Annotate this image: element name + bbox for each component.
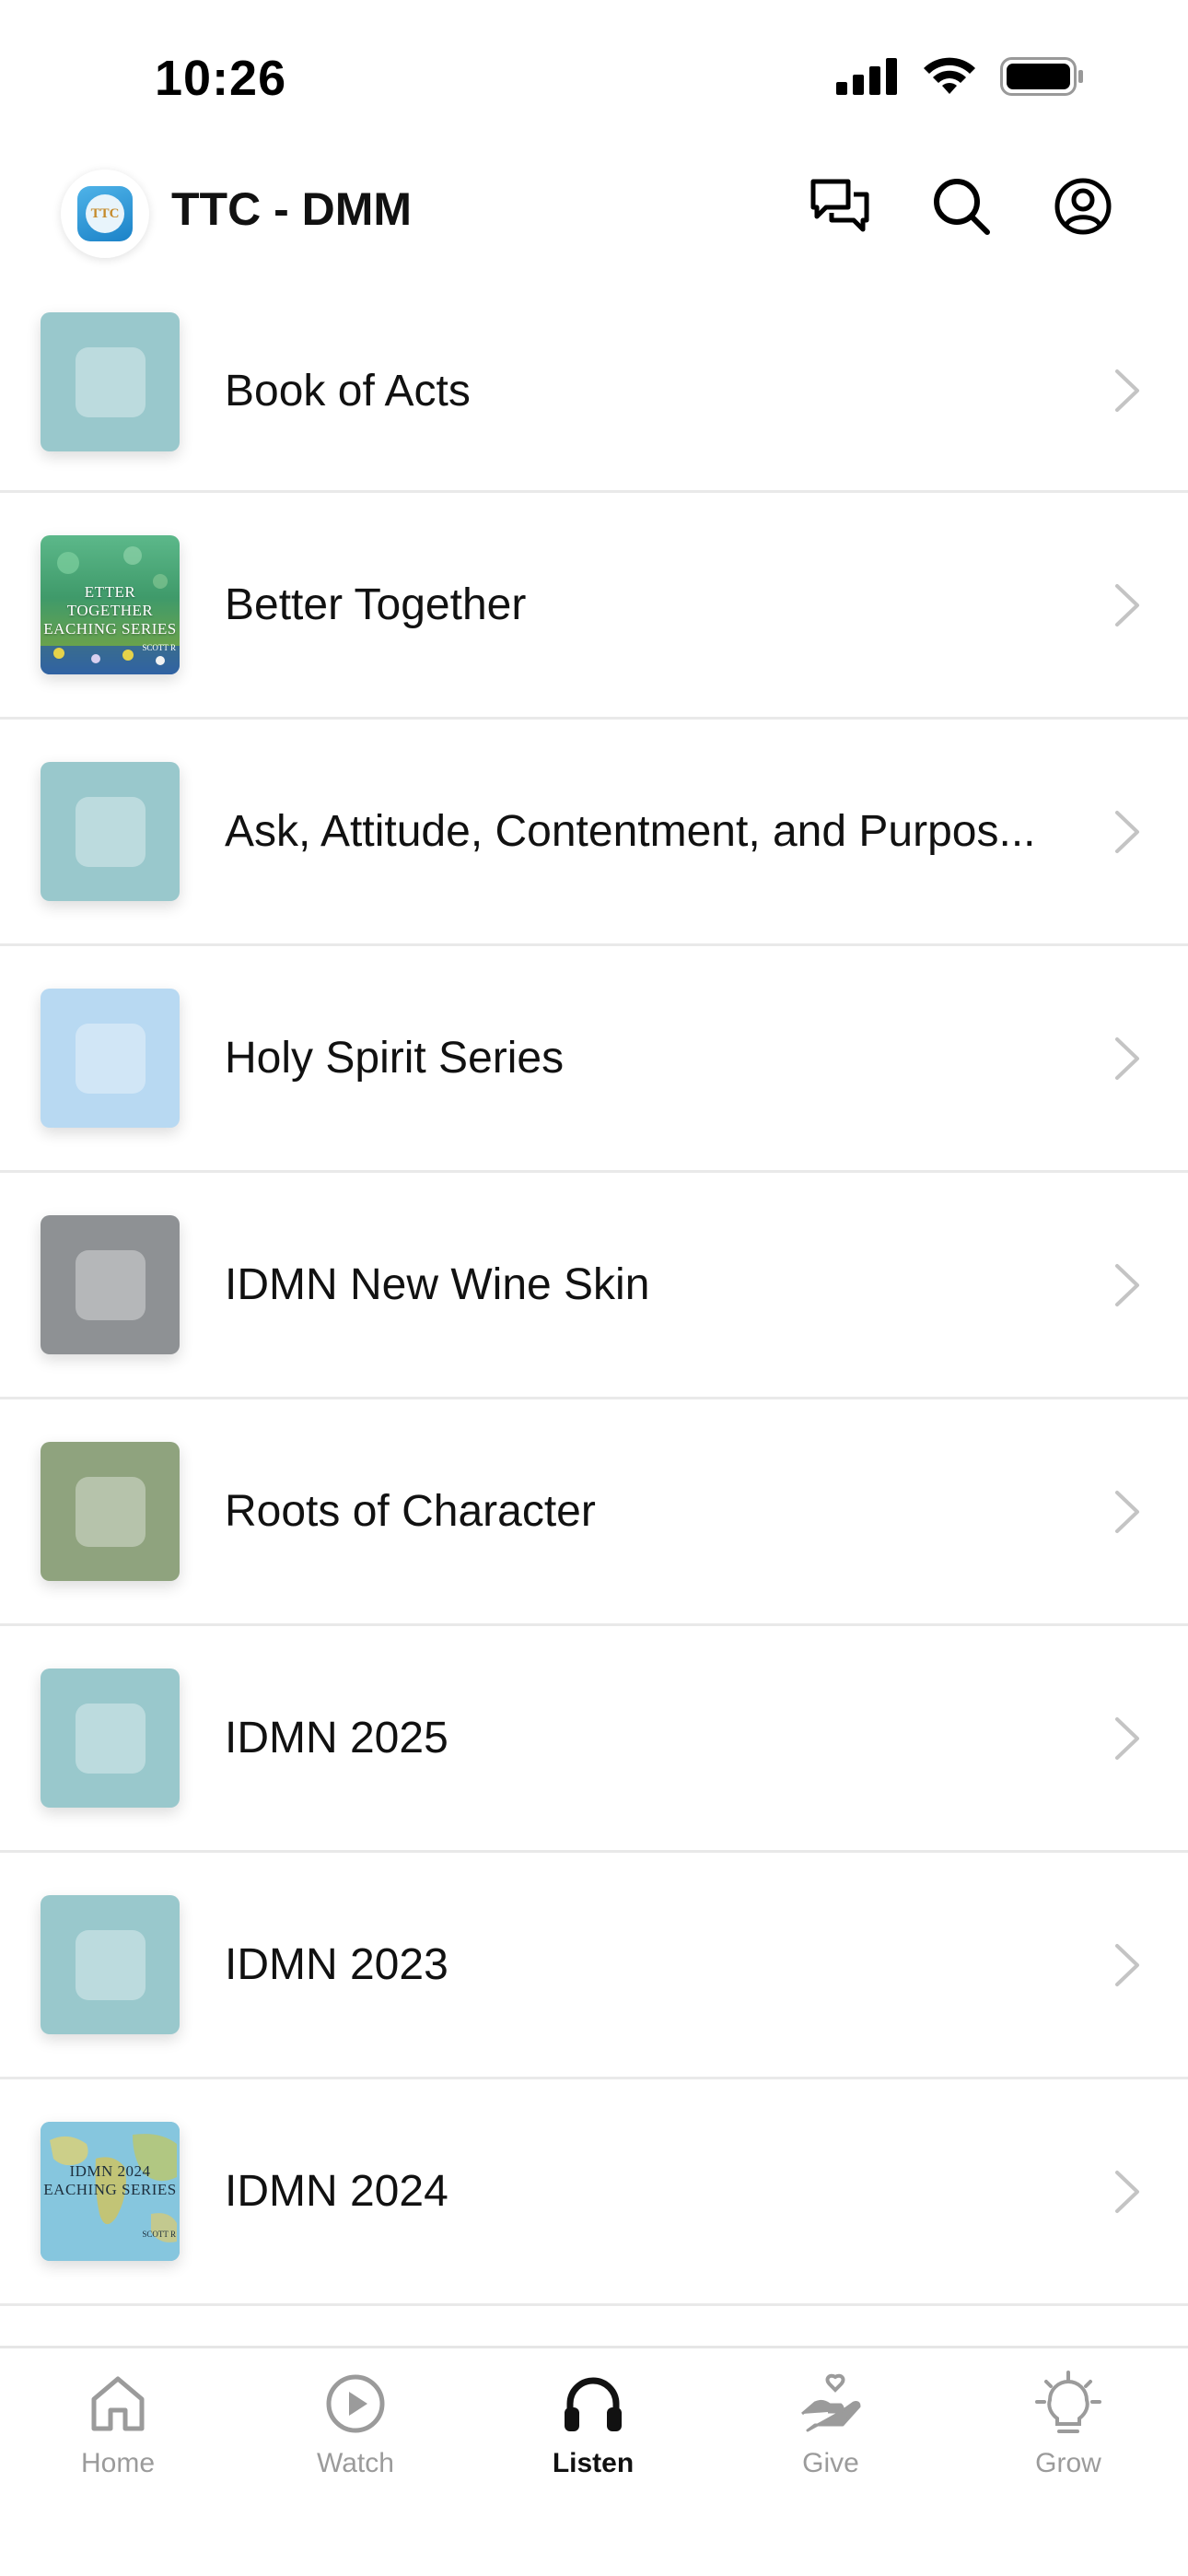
battery-icon	[1000, 57, 1085, 100]
thumbnail-art-author: SCOTT R	[142, 643, 176, 652]
home-icon	[81, 2367, 155, 2441]
series-thumbnail	[41, 1442, 180, 1581]
wifi-icon	[923, 57, 976, 100]
tab-bar: Home Watch Listen Give Grow	[0, 2346, 1188, 2576]
chevron-right-icon	[1109, 1486, 1146, 1538]
thumbnail-art-text: ETTER TOGETHER EACHING SERIES	[43, 583, 177, 638]
placeholder-icon	[75, 1476, 146, 1547]
account-button[interactable]	[1050, 175, 1116, 241]
chevron-right-icon	[1109, 806, 1146, 858]
chevron-right-icon	[1109, 580, 1146, 631]
tab-label: Watch	[317, 2448, 394, 2478]
series-thumbnail	[41, 1669, 180, 1808]
lightbulb-icon	[1031, 2367, 1105, 2441]
placeholder-icon	[75, 796, 146, 867]
logo-badge: TTC	[77, 186, 133, 241]
series-thumbnail	[41, 1895, 180, 2034]
chevron-right-icon	[1109, 1259, 1146, 1311]
tab-watch[interactable]: Watch	[263, 2367, 448, 2479]
series-title: IDMN 2024	[225, 2167, 448, 2216]
chat-icon	[809, 178, 870, 240]
series-thumbnail	[41, 989, 180, 1128]
tab-label: Home	[80, 2448, 156, 2478]
series-thumbnail	[41, 762, 180, 901]
series-title: IDMN New Wine Skin	[225, 1260, 650, 1309]
list-item[interactable]: Roots of Character	[0, 1399, 1188, 1626]
status-time: 10:26	[155, 51, 287, 106]
series-list: Book of Acts ETTER TOGETHER EACHING SERI…	[0, 291, 1188, 2306]
series-thumbnail: IDMN 2024 EACHING SERIES SCOTT R	[41, 2122, 180, 2261]
app-title: TTC - DMM	[171, 183, 413, 235]
list-item[interactable]: Ask, Attitude, Contentment, and Purpos..…	[0, 720, 1188, 946]
list-item[interactable]: IDMN 2023	[0, 1853, 1188, 2079]
logo-text: TTC	[86, 194, 124, 233]
give-heart-hand-icon	[794, 2367, 868, 2441]
status-bar: 10:26	[0, 0, 1188, 147]
list-item[interactable]: Book of Acts	[0, 291, 1188, 493]
headphones-icon	[556, 2367, 630, 2441]
tab-label: Listen	[552, 2448, 635, 2478]
tab-grow[interactable]: Grow	[976, 2367, 1160, 2479]
list-item[interactable]: IDMN 2025	[0, 1626, 1188, 1853]
placeholder-icon	[75, 1703, 146, 1774]
app-header: TTC TTC - DMM	[0, 157, 1188, 263]
series-thumbnail	[41, 312, 180, 451]
series-title: Book of Acts	[225, 366, 471, 416]
placeholder-icon	[75, 346, 146, 417]
chevron-right-icon	[1109, 1033, 1146, 1084]
search-icon	[932, 177, 991, 240]
tab-label: Give	[802, 2448, 859, 2478]
thumbnail-art-text: IDMN 2024 EACHING SERIES	[43, 2162, 177, 2198]
list-item[interactable]: IDMN 2024 EACHING SERIES SCOTT R IDMN 20…	[0, 2079, 1188, 2306]
series-title: Roots of Character	[225, 1487, 596, 1536]
play-circle-icon	[319, 2367, 392, 2441]
placeholder-icon	[75, 1929, 146, 2000]
status-icons	[836, 57, 1085, 100]
account-icon	[1054, 177, 1112, 240]
list-item[interactable]: ETTER TOGETHER EACHING SERIES SCOTT R Be…	[0, 493, 1188, 720]
placeholder-icon	[75, 1023, 146, 1094]
cellular-signal-icon	[836, 58, 899, 100]
tab-listen[interactable]: Listen	[501, 2367, 685, 2479]
header-actions	[807, 175, 1116, 241]
chevron-right-icon	[1109, 365, 1146, 416]
series-title: Holy Spirit Series	[225, 1034, 565, 1083]
search-button[interactable]	[928, 175, 995, 241]
placeholder-icon	[75, 1249, 146, 1320]
list-item[interactable]: Holy Spirit Series	[0, 946, 1188, 1173]
tab-home[interactable]: Home	[26, 2367, 210, 2479]
thumbnail-art-author: SCOTT R	[142, 2230, 176, 2239]
chevron-right-icon	[1109, 2166, 1146, 2218]
series-title: Better Together	[225, 580, 527, 629]
series-thumbnail	[41, 1215, 180, 1354]
series-thumbnail: ETTER TOGETHER EACHING SERIES SCOTT R	[41, 535, 180, 674]
tab-give[interactable]: Give	[739, 2367, 923, 2479]
series-title: Ask, Attitude, Contentment, and Purpos..…	[225, 807, 1036, 856]
series-title: IDMN 2025	[225, 1714, 448, 1762]
tab-label: Grow	[1035, 2448, 1101, 2478]
series-title: IDMN 2023	[225, 1940, 448, 1989]
list-item[interactable]: IDMN New Wine Skin	[0, 1173, 1188, 1399]
chevron-right-icon	[1109, 1713, 1146, 1764]
chevron-right-icon	[1109, 1939, 1146, 1991]
app-logo[interactable]: TTC	[61, 170, 149, 258]
chat-button[interactable]	[807, 175, 873, 241]
